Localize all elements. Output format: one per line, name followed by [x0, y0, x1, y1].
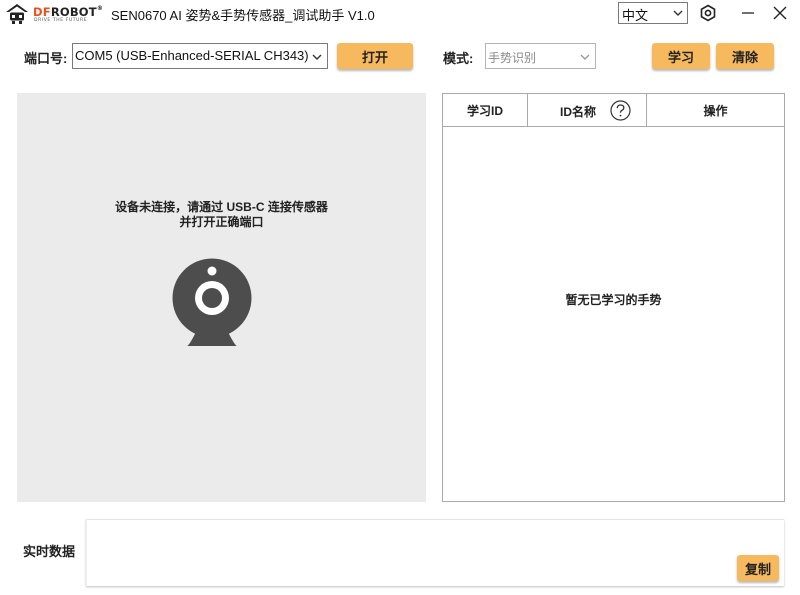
port-select[interactable]: COM5 (USB-Enhanced-SERIAL CH343)	[72, 43, 328, 69]
mode-value: 手势识别	[488, 51, 537, 65]
open-port-button[interactable]: 打开	[337, 43, 413, 69]
port-value: COM5 (USB-Enhanced-SERIAL CH343)	[75, 48, 309, 63]
gesture-table: 学习ID ID名称 操作 暂无已学习的手势	[442, 93, 785, 502]
realtime-data-label: 实时数据	[23, 544, 76, 559]
minimize-icon[interactable]	[737, 3, 759, 23]
dfrobot-logo: DFROBOT® DRIVE THE FUTURE	[3, 3, 111, 25]
mode-label: 模式:	[443, 51, 474, 66]
connection-hint-text: 并打开正确端口	[179, 215, 264, 229]
mode-select[interactable]: 手势识别	[485, 43, 596, 69]
column-header-id: 学习ID	[443, 94, 528, 127]
language-select[interactable]: 中文	[618, 2, 688, 24]
copy-button[interactable]: 复制	[737, 555, 779, 581]
robot-logo-icon	[6, 4, 28, 24]
realtime-data-output[interactable]	[86, 519, 784, 586]
empty-table-message: 暂无已学习的手势	[565, 293, 662, 307]
camera-preview-panel: 设备未连接，请通过 USB-C 连接传感器 并打开正确端口	[17, 93, 426, 502]
chevron-down-icon	[312, 54, 322, 60]
webcam-icon	[172, 258, 252, 346]
logo-robot: ROBOT	[50, 5, 97, 19]
clear-button[interactable]: 清除	[716, 43, 774, 69]
logo-registered: ®	[96, 5, 104, 12]
chevron-down-icon	[673, 10, 683, 16]
language-value: 中文	[622, 8, 649, 23]
chevron-down-icon	[580, 54, 590, 60]
logo-df: DF	[33, 5, 51, 19]
window-title: SEN0670 AI 姿势&手势传感器_调试助手 V1.0	[111, 8, 375, 23]
column-header-name: ID名称	[528, 94, 647, 127]
logo-tagline: DRIVE THE FUTURE	[34, 18, 88, 23]
learn-button[interactable]: 学习	[652, 43, 710, 69]
help-icon[interactable]	[610, 100, 631, 121]
column-header-action: 操作	[703, 104, 728, 118]
close-icon[interactable]	[769, 3, 791, 23]
logo-wordmark: DFROBOT®	[33, 5, 103, 19]
column-header-name-label: ID名称	[560, 105, 597, 119]
table-header: 学习ID ID名称 操作	[443, 94, 784, 127]
title-bar: DFROBOT® DRIVE THE FUTURE SEN0670 AI 姿势&…	[0, 0, 800, 27]
gear-icon[interactable]	[699, 4, 717, 22]
port-label: 端口号:	[24, 51, 68, 66]
